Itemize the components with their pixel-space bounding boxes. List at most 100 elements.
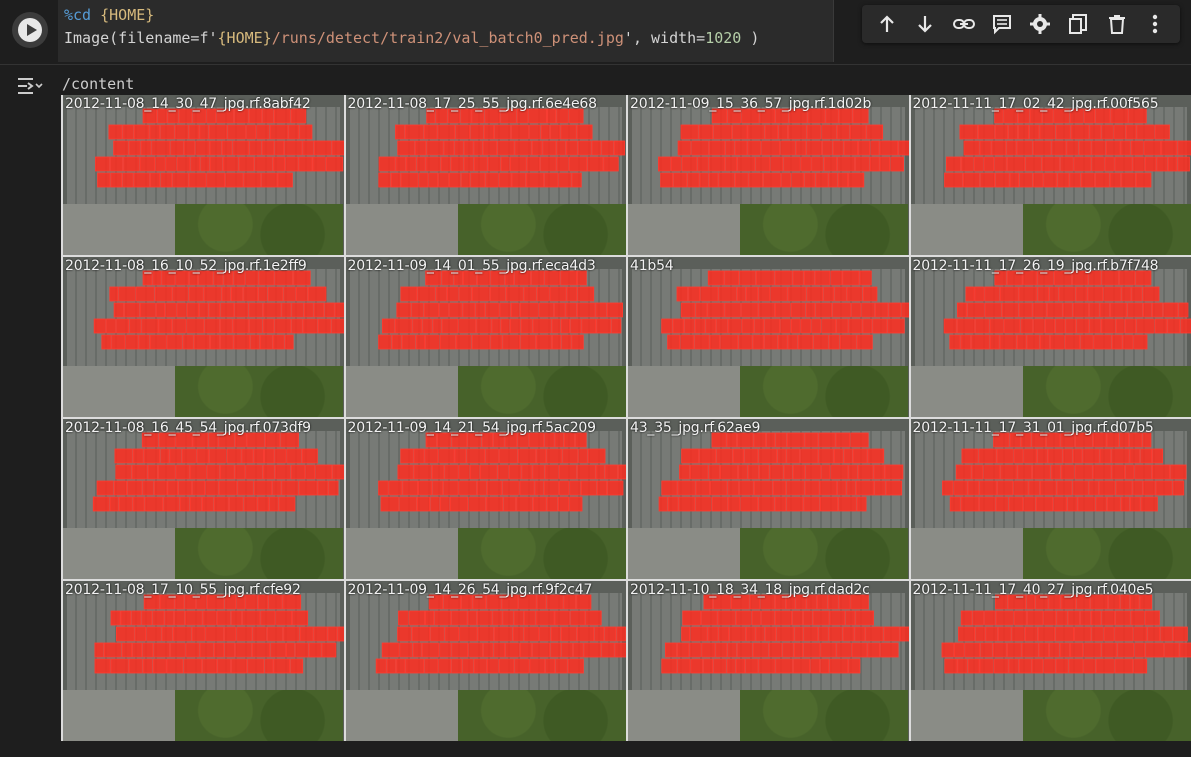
detection-box: [1115, 157, 1132, 171]
tile-filename-label: 2012-11-11_17_31_01_jpg.rf.d07b5: [913, 420, 1154, 436]
detection-box: [505, 643, 519, 657]
detection-box: [996, 611, 1013, 625]
mirror-cell-icon[interactable]: [1063, 9, 1093, 39]
detection-box: [1048, 449, 1062, 463]
prediction-tile: 2012-11-11_17_40_27_jpg.rf.040e5: [911, 581, 1191, 741]
detection-box: [728, 643, 737, 657]
run-gutter: [0, 0, 60, 64]
move-up-icon[interactable]: [872, 9, 902, 39]
detection-box: [376, 659, 386, 673]
detection-box: [834, 449, 843, 463]
detection-box: [997, 449, 1013, 463]
detection-box: [95, 659, 110, 673]
link-icon[interactable]: [949, 9, 979, 39]
detection-box: [477, 611, 491, 625]
detection-box: [232, 611, 242, 625]
detection-box: [314, 141, 331, 155]
more-icon[interactable]: [1140, 9, 1170, 39]
detection-box: [234, 335, 250, 349]
detection-box: [710, 335, 720, 349]
detection-box: [1063, 449, 1072, 463]
output-menu-icon[interactable]: [14, 73, 44, 99]
detection-box: [207, 465, 219, 479]
settings-icon[interactable]: [1025, 9, 1055, 39]
detection-boxes: [911, 419, 1191, 579]
comment-icon[interactable]: [987, 9, 1017, 39]
detection-box: [170, 643, 185, 657]
detection-box: [221, 303, 234, 317]
detection-box: [944, 173, 962, 187]
tile-filename-label: 2012-11-09_15_36_57_jpg.rf.1d02b: [630, 96, 871, 112]
detection-box: [200, 303, 209, 317]
detection-box: [524, 627, 539, 641]
detection-box: [1155, 319, 1167, 333]
code-editor[interactable]: %cd {HOME}Image(filename=f'{HOME}/runs/d…: [58, 0, 834, 62]
detection-box: [173, 173, 189, 187]
detection-box: [1116, 481, 1132, 495]
detection-box: [978, 125, 994, 139]
detection-box: [102, 335, 111, 349]
detection-box: [1112, 335, 1122, 349]
detection-box: [450, 497, 467, 511]
detection-box: [502, 611, 512, 625]
detection-box: [417, 157, 425, 171]
move-down-icon[interactable]: [910, 9, 940, 39]
detection-box: [556, 141, 565, 155]
prediction-tile: 2012-11-09_14_01_55_jpg.rf.eca4d3: [346, 257, 627, 417]
detection-box: [529, 125, 540, 139]
detection-box: [957, 659, 966, 673]
detection-box: [782, 173, 791, 187]
code-cell[interactable]: %cd {HOME}Image(filename=f'{HOME}/runs/d…: [0, 0, 1191, 64]
detection-box: [382, 319, 394, 333]
detection-box: [459, 627, 476, 641]
detection-box: [661, 173, 673, 187]
detection-box: [681, 125, 698, 139]
detection-box: [1163, 303, 1177, 317]
code-token: %cd: [64, 6, 100, 24]
detection-box: [759, 465, 769, 479]
detection-box: [1029, 125, 1038, 139]
code-text[interactable]: %cd {HOME}Image(filename=f'{HOME}/runs/d…: [64, 4, 759, 50]
detection-box: [1060, 643, 1069, 657]
prediction-tile: 2012-11-08_16_45_54_jpg.rf.073df9: [63, 419, 344, 579]
run-cell-button[interactable]: [12, 12, 48, 48]
detection-box: [870, 157, 879, 171]
detection-box: [445, 627, 459, 641]
detection-box: [527, 157, 540, 171]
detection-box: [961, 497, 978, 511]
detection-box: [837, 125, 849, 139]
detection-box: [784, 157, 800, 171]
detection-box: [389, 481, 402, 495]
detection-box: [863, 287, 877, 301]
detection-box: [721, 335, 738, 349]
delete-icon[interactable]: [1102, 9, 1132, 39]
detection-box: [93, 497, 109, 511]
detection-box: [681, 303, 695, 317]
detection-box: [279, 497, 295, 511]
detection-box: [552, 319, 560, 333]
detection-box: [1143, 287, 1159, 301]
detection-box: [511, 303, 519, 317]
detection-box: [520, 335, 535, 349]
detection-box: [775, 303, 790, 317]
detection-box: [578, 141, 591, 155]
detection-box: [214, 643, 223, 657]
detection-box: [821, 659, 829, 673]
detection-box: [492, 319, 500, 333]
detection-box: [717, 319, 728, 333]
detection-box: [985, 627, 997, 641]
detection-box: [556, 157, 567, 171]
detection-box: [1130, 497, 1140, 511]
detection-box: [856, 611, 874, 625]
detection-box: [569, 497, 581, 511]
detection-box: [260, 335, 272, 349]
detection-box: [1178, 303, 1187, 317]
detection-box: [122, 643, 131, 657]
detection-box: [796, 141, 806, 155]
detection-box: [1111, 449, 1128, 463]
detection-box: [1093, 465, 1111, 479]
detection-box: [518, 449, 535, 463]
detection-box: [587, 157, 602, 171]
detection-box: [150, 173, 159, 187]
detection-box: [412, 627, 429, 641]
